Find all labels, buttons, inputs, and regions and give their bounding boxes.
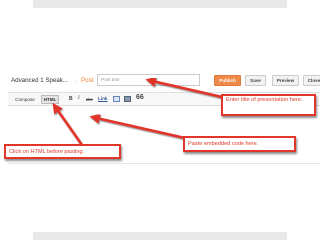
post-editor-title: Advanced 1 Speak... — [11, 77, 69, 84]
title-separator: · — [75, 77, 78, 84]
tab-html[interactable]: HTML — [41, 95, 59, 104]
top-band — [33, 0, 287, 8]
italic-button[interactable]: I — [78, 96, 80, 101]
preview-button[interactable]: Preview — [272, 75, 299, 86]
quote-icon[interactable]: 66 — [136, 94, 144, 101]
bottom-band — [33, 232, 287, 240]
video-icon[interactable] — [124, 96, 131, 102]
html-callout: Click on HTML before pasting. — [4, 144, 121, 159]
link-button[interactable]: Link — [98, 96, 107, 101]
paste-callout: Paste embedded code here. — [183, 136, 296, 152]
post-title-input[interactable] — [97, 74, 200, 86]
save-button[interactable]: Save — [245, 75, 266, 86]
image-icon[interactable] — [113, 96, 120, 102]
tab-compose[interactable]: Compose — [10, 95, 40, 104]
strikethrough-button[interactable]: abc — [86, 97, 93, 102]
close-button[interactable]: Close — [303, 75, 320, 86]
publish-button[interactable]: Publish — [214, 75, 241, 86]
bold-button[interactable]: B — [69, 96, 73, 102]
post-label: Post — [81, 77, 94, 84]
title-callout: Enter title of presentation here. — [221, 94, 316, 116]
